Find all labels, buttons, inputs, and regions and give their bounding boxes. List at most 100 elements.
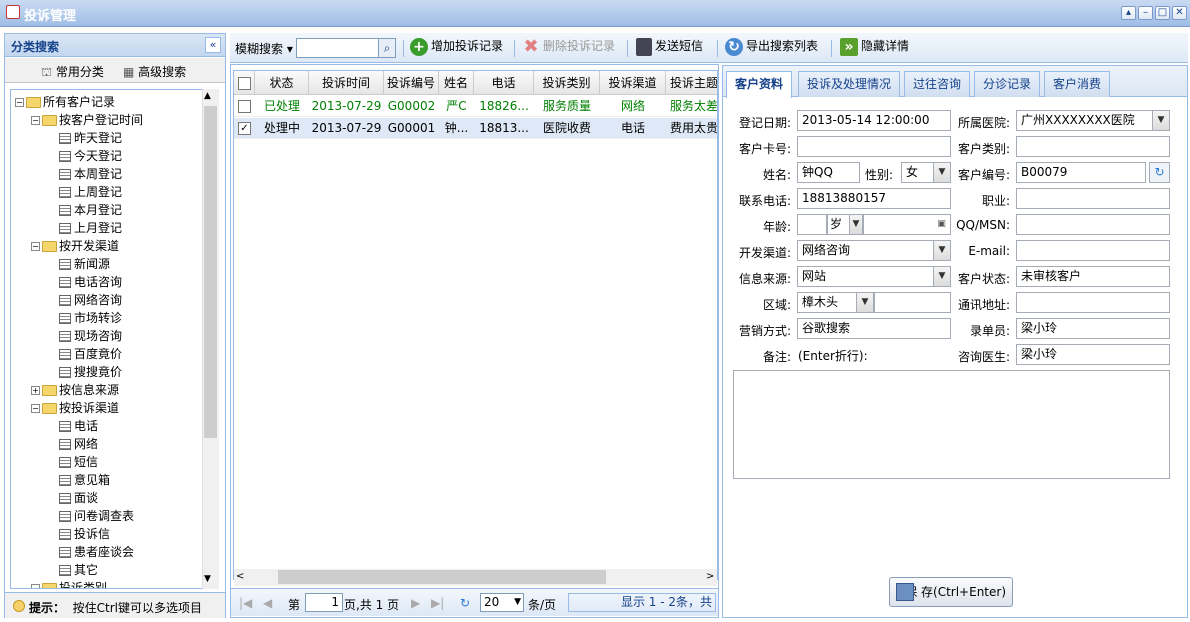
tree-leaf[interactable]: 网络咨询 <box>59 291 122 309</box>
tree-folder[interactable]: − 投诉类别 <box>31 579 107 588</box>
tree-folder[interactable]: − 按客户登记时间 <box>31 111 143 129</box>
status-field[interactable]: 未审核客户 <box>1016 266 1170 287</box>
birthday-field[interactable]: ▣ <box>863 214 951 235</box>
tree-leaf[interactable]: 百度竟价 <box>59 345 122 363</box>
column-header[interactable]: 投诉编号 <box>384 71 439 95</box>
tree-leaf[interactable]: 新闻源 <box>59 255 110 273</box>
tree-leaf[interactable]: 现场咨询 <box>59 327 122 345</box>
column-header[interactable]: 姓名 <box>439 71 474 95</box>
refresh-icon[interactable]: ↻ <box>460 596 470 610</box>
add-complaint-button[interactable]: + 增加投诉记录 <box>410 37 503 56</box>
source-select[interactable]: 网站 ▼ <box>797 266 951 287</box>
recorder-field[interactable]: 梁小玲 <box>1016 318 1170 339</box>
column-header[interactable]: 投诉主题 <box>666 71 717 95</box>
job-field[interactable] <box>1016 188 1170 209</box>
column-header[interactable]: 电话 <box>474 71 534 95</box>
tree-leaf[interactable]: 投诉信 <box>59 525 110 543</box>
tree-leaf[interactable]: 昨天登记 <box>59 129 122 147</box>
tab-advanced-search[interactable]: ▦ 高级搜索 <box>123 63 186 80</box>
minimize-icon[interactable]: – <box>1138 6 1153 20</box>
column-header[interactable]: 投诉时间 <box>309 71 384 95</box>
tab-customer-spending[interactable]: 客户消费 <box>1044 71 1111 97</box>
tree-leaf[interactable]: 本周登记 <box>59 165 122 183</box>
column-header[interactable]: 状态 <box>255 71 309 95</box>
tree-folder[interactable]: + 按信息来源 <box>31 381 119 399</box>
tab-complaint-handling[interactable]: 投诉及处理情况 <box>798 71 901 97</box>
send-sms-button[interactable]: 发送短信 <box>636 37 703 56</box>
collapse-icon[interactable]: − <box>31 404 40 413</box>
fuzzy-search-dropdown[interactable]: 模糊搜索 ▾ <box>235 40 293 57</box>
qq-field[interactable] <box>1016 214 1170 235</box>
tree-leaf[interactable]: 其它 <box>59 561 98 579</box>
card-field[interactable] <box>797 136 951 157</box>
age-unit-select[interactable]: 岁 ▼ <box>827 214 863 235</box>
tree-leaf[interactable]: 电话 <box>59 417 98 435</box>
type-field[interactable] <box>1016 136 1170 157</box>
tree-leaf[interactable]: 问卷调查表 <box>59 507 134 525</box>
tree-leaf[interactable]: 搜搜竟价 <box>59 363 122 381</box>
age-field[interactable] <box>797 214 827 235</box>
tree-folder[interactable]: − 按开发渠道 <box>31 237 119 255</box>
tree-leaf[interactable]: 意见箱 <box>59 471 110 489</box>
customer-no-field[interactable]: B00079 <box>1016 162 1146 183</box>
area-select[interactable]: 樟木头 ▼ <box>797 292 874 313</box>
restore-icon[interactable]: ▴ <box>1121 6 1136 20</box>
row-checkbox[interactable] <box>234 96 255 117</box>
tab-customer-info[interactable]: 客户资料 <box>726 71 793 98</box>
page-size-select[interactable]: 20 ▼ <box>480 593 524 612</box>
collapse-icon[interactable]: − <box>31 584 40 588</box>
collapse-panel-icon[interactable]: « <box>205 37 221 53</box>
name-field[interactable]: 钟QQ <box>797 162 860 183</box>
scroll-up-icon[interactable]: ▲ <box>204 91 211 101</box>
table-row[interactable]: ✓ 处理中 2013-07-29 G00001 钟... 18813... 医院收费 电话 费用… <box>234 118 717 139</box>
reg-date-field[interactable]: 2013-05-14 12:00:00 <box>797 110 951 131</box>
tree-leaf[interactable]: 面谈 <box>59 489 98 507</box>
refresh-icon[interactable]: ↻ <box>1149 162 1170 183</box>
export-list-button[interactable]: ↻ 导出搜索列表 <box>725 37 818 56</box>
page-number-input[interactable]: 1 <box>305 593 343 612</box>
channel-select[interactable]: 网络咨询 ▼ <box>797 240 951 261</box>
area-detail-field[interactable] <box>874 292 951 313</box>
tab-common-category[interactable]: ⛫ 常用分类 <box>41 63 104 81</box>
delete-complaint-button[interactable]: ✖ 删除投诉记录 <box>522 37 615 56</box>
first-page-icon[interactable]: |◀ <box>239 596 252 610</box>
tree-leaf[interactable]: 本月登记 <box>59 201 122 219</box>
marketing-field[interactable]: 谷歌搜索 <box>797 318 951 339</box>
grid-hscroll-thumb[interactable] <box>278 570 606 584</box>
tree-folder[interactable]: − 按投诉渠道 <box>31 399 119 417</box>
maximize-icon[interactable]: □ <box>1155 6 1170 20</box>
column-header[interactable]: 投诉类别 <box>534 71 600 95</box>
collapse-icon[interactable]: − <box>31 242 40 251</box>
tree-scroll-thumb[interactable] <box>204 106 217 438</box>
table-row[interactable]: 已处理 2013-07-29 G00002 严C 18826... 服务质量 网络 服务太差 <box>234 96 717 117</box>
select-all-checkbox[interactable] <box>234 71 255 95</box>
tab-past-consult[interactable]: 过往咨询 <box>904 71 971 97</box>
prev-page-icon[interactable]: ◀ <box>263 596 272 610</box>
save-button[interactable]: 保 存(Ctrl+Enter) <box>889 577 1013 607</box>
gender-select[interactable]: 女 ▼ <box>901 162 951 183</box>
scroll-right-icon[interactable]: > <box>706 571 714 582</box>
tree-leaf[interactable]: 市场转诊 <box>59 309 122 327</box>
hospital-select[interactable]: 广州XXXXXXXX医院 ▼ <box>1016 110 1170 131</box>
tree-leaf[interactable]: 今天登记 <box>59 147 122 165</box>
search-icon[interactable]: ⌕ <box>378 38 396 58</box>
close-icon[interactable]: ✕ <box>1172 6 1187 20</box>
address-field[interactable] <box>1016 292 1170 313</box>
remark-textarea[interactable] <box>733 370 1170 479</box>
tree-leaf[interactable]: 网络 <box>59 435 98 453</box>
hide-details-button[interactable]: » 隐藏详情 <box>840 37 909 56</box>
scroll-down-icon[interactable]: ▼ <box>204 574 211 584</box>
tree-folder[interactable]: − 所有客户记录 <box>15 93 115 111</box>
last-page-icon[interactable]: ▶| <box>431 596 444 610</box>
row-checkbox[interactable]: ✓ <box>234 118 255 139</box>
tab-triage-record[interactable]: 分诊记录 <box>974 71 1041 97</box>
phone-field[interactable]: 18813880157 <box>797 188 951 209</box>
tree-leaf[interactable]: 上周登记 <box>59 183 122 201</box>
collapse-icon[interactable]: − <box>31 116 40 125</box>
tree-leaf[interactable]: 上月登记 <box>59 219 122 237</box>
expand-icon[interactable]: + <box>31 386 40 395</box>
scroll-left-icon[interactable]: < <box>236 571 244 582</box>
doctor-field[interactable]: 梁小玲 <box>1016 344 1170 365</box>
column-header[interactable]: 投诉渠道 <box>600 71 666 95</box>
tree-leaf[interactable]: 患者座谈会 <box>59 543 134 561</box>
